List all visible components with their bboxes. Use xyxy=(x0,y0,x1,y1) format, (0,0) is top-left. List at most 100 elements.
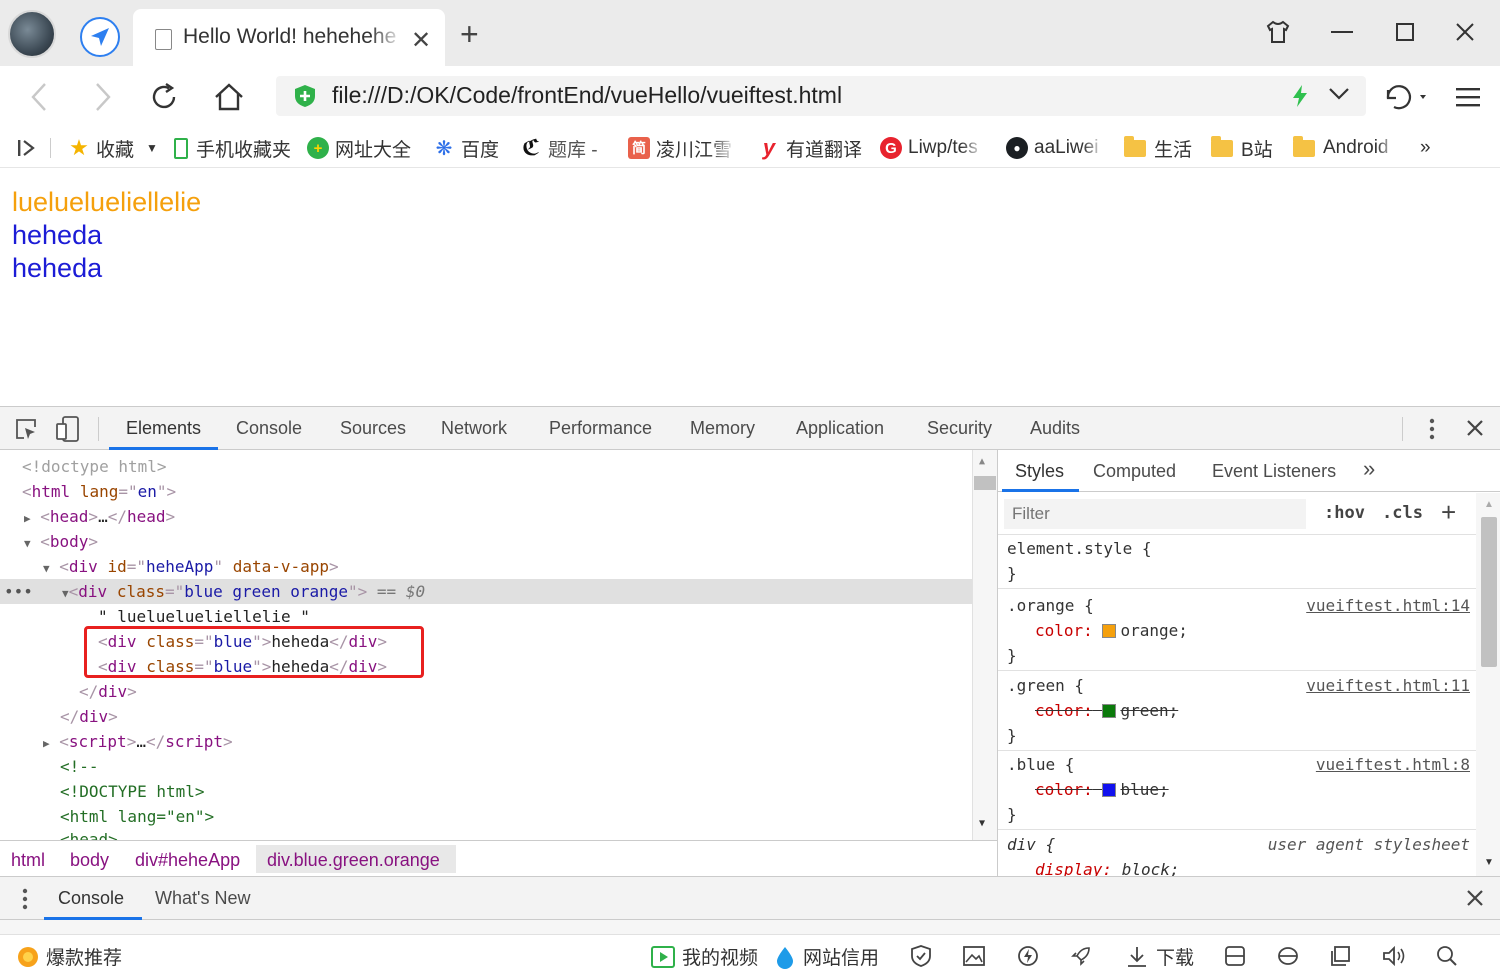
tab-styles[interactable]: Styles xyxy=(1015,461,1064,482)
lightning-icon[interactable] xyxy=(1290,84,1310,113)
bookmark-liwp[interactable]: G Liwp/tes xyxy=(880,134,984,162)
head-node[interactable]: ▶ <head>…</head> xyxy=(24,504,175,529)
elements-scrollbar[interactable]: ▲ ▼ xyxy=(972,450,997,840)
downloads[interactable]: 下载 xyxy=(1126,943,1194,970)
selected-div-node[interactable]: ▼<div class="blue green orange"> == $0 xyxy=(62,579,425,604)
heheapp-div-node[interactable]: ▼ <div id="heheApp" data-v-app> xyxy=(43,554,339,579)
bookmark-folder-life[interactable]: 生活 xyxy=(1124,134,1192,162)
body-node[interactable]: ▼ <body> xyxy=(24,529,98,554)
rule-selector[interactable]: element.style { xyxy=(1007,536,1152,561)
home-icon[interactable] xyxy=(212,80,246,114)
html-node[interactable]: <html lang="en"> xyxy=(22,479,176,504)
device-toolbar-icon[interactable] xyxy=(55,415,81,448)
bookmark-youdao[interactable]: y 有道翻译 xyxy=(758,134,862,162)
tab-close-icon[interactable]: ✕ xyxy=(411,26,431,55)
new-tab-icon[interactable]: + xyxy=(460,18,479,50)
close-div-node[interactable]: </div> xyxy=(79,679,137,704)
inspect-element-icon[interactable] xyxy=(14,417,38,446)
window-icon[interactable] xyxy=(1328,943,1354,969)
browser-tab[interactable]: Hello World! hehehehe ✕ xyxy=(133,9,445,66)
user-avatar[interactable] xyxy=(8,10,56,58)
tab-console[interactable]: Console xyxy=(236,418,302,439)
tab-elements[interactable]: Elements xyxy=(126,418,201,439)
rule-source-link[interactable]: vueiftest.html:8 xyxy=(1316,752,1470,777)
breadcrumb-html[interactable]: html xyxy=(11,850,45,871)
minimize-icon[interactable] xyxy=(1326,16,1358,48)
bookmark-sites[interactable]: + 网址大全 xyxy=(307,134,411,162)
more-tabs-icon[interactable]: » xyxy=(1363,456,1375,482)
close-div-node[interactable]: </div> xyxy=(60,704,118,729)
bookmark-folder-android[interactable]: Android xyxy=(1293,134,1399,162)
bookmark-favorites[interactable]: ★ 收藏 ▼ xyxy=(68,134,158,162)
skin-icon[interactable] xyxy=(1262,16,1294,48)
drawer-tab-console[interactable]: Console xyxy=(58,888,124,909)
tab-application[interactable]: Application xyxy=(796,418,884,439)
close-devtools-icon[interactable] xyxy=(1466,419,1484,442)
back-icon[interactable] xyxy=(22,80,56,114)
shield-icon[interactable] xyxy=(908,943,934,969)
search-icon[interactable] xyxy=(1434,943,1460,969)
tab-network[interactable]: Network xyxy=(441,418,507,439)
rocket-icon[interactable] xyxy=(1068,943,1094,969)
styles-scrollbar[interactable]: ▲ ▼ xyxy=(1476,493,1500,876)
drawer-menu-icon[interactable] xyxy=(18,887,32,916)
doctype-node[interactable]: <!doctype html> xyxy=(22,454,167,479)
rule-selector[interactable]: .green { xyxy=(1007,673,1084,698)
forward-icon[interactable] xyxy=(86,80,120,114)
bookmark-github[interactable]: ● aaLiwei xyxy=(1006,134,1104,162)
rule-selector[interactable]: .blue { xyxy=(1007,752,1074,777)
rule-source-link[interactable]: vueiftest.html:14 xyxy=(1306,593,1470,618)
rule-selector[interactable]: div { xyxy=(1007,832,1055,857)
more-actions-icon[interactable]: ••• xyxy=(4,579,33,604)
comment-node[interactable]: <!-- xyxy=(60,754,99,779)
breadcrumb-div-heheapp[interactable]: div#heheApp xyxy=(135,850,240,871)
address-bar[interactable]: file:///D:/OK/Code/frontEnd/vueHello/vue… xyxy=(276,76,1366,116)
bookmark-jianshu[interactable]: 简 凌川江雪 xyxy=(628,134,736,162)
site-credit[interactable]: 网站信用 xyxy=(775,943,879,970)
navigation-extension-icon[interactable] xyxy=(80,17,120,57)
tab-memory[interactable]: Memory xyxy=(690,418,755,439)
hov-button[interactable]: :hov xyxy=(1324,503,1365,523)
rule-declaration-overridden[interactable]: color: green; xyxy=(1035,698,1178,723)
my-videos[interactable]: 我的视频 xyxy=(650,943,758,970)
color-swatch[interactable] xyxy=(1102,783,1117,797)
close-window-icon[interactable] xyxy=(1449,16,1481,48)
bookmark-folder-bilibili[interactable]: B站 xyxy=(1211,134,1273,162)
tab-performance[interactable]: Performance xyxy=(549,418,652,439)
script-node[interactable]: ▶ <script>…</script> xyxy=(43,729,233,754)
undo-dropdown-icon[interactable] xyxy=(1380,80,1430,114)
chevron-down-icon[interactable]: ▼ xyxy=(146,141,158,155)
rule-declaration[interactable]: color: orange; xyxy=(1035,618,1188,643)
kebab-menu-icon[interactable] xyxy=(1424,417,1440,446)
volume-icon[interactable] xyxy=(1381,943,1407,969)
bookmark-baidu[interactable]: ❋ 百度 xyxy=(433,134,499,162)
styles-filter-input[interactable] xyxy=(1004,499,1306,529)
split-icon[interactable] xyxy=(1222,943,1248,969)
new-rule-icon[interactable]: + xyxy=(1441,497,1456,528)
bookmarks-more-icon[interactable]: » xyxy=(1420,134,1431,162)
tab-computed[interactable]: Computed xyxy=(1093,461,1176,482)
tab-audits[interactable]: Audits xyxy=(1030,418,1080,439)
hot-recommend[interactable]: 爆款推荐 xyxy=(16,943,122,970)
cls-button[interactable]: .cls xyxy=(1382,503,1423,523)
sidebar-toggle-icon[interactable] xyxy=(16,134,38,162)
tab-security[interactable]: Security xyxy=(927,418,992,439)
rule-source-link[interactable]: vueiftest.html:11 xyxy=(1306,673,1470,698)
breadcrumb-body[interactable]: body xyxy=(70,850,109,871)
ie-mode-icon[interactable] xyxy=(1275,943,1301,969)
maximize-icon[interactable] xyxy=(1389,16,1421,48)
color-swatch[interactable] xyxy=(1102,624,1117,638)
speed-icon[interactable] xyxy=(1015,943,1041,969)
drawer-tab-whats-new[interactable]: What's New xyxy=(155,888,250,909)
bookmark-mobile[interactable]: 手机收藏夹 xyxy=(174,134,291,162)
rule-selector[interactable]: .orange { xyxy=(1007,593,1094,618)
image-icon[interactable] xyxy=(961,943,987,969)
bookmark-tiku[interactable]: ℭ 题库 - xyxy=(520,134,598,162)
reload-icon[interactable] xyxy=(147,80,181,114)
breadcrumb-div-selected[interactable]: div.blue.green.orange xyxy=(267,850,440,871)
rule-declaration-overridden[interactable]: color: blue; xyxy=(1035,777,1169,802)
tab-sources[interactable]: Sources xyxy=(340,418,406,439)
close-drawer-icon[interactable] xyxy=(1466,889,1484,912)
tab-event-listeners[interactable]: Event Listeners xyxy=(1212,461,1336,482)
menu-icon[interactable] xyxy=(1452,80,1486,114)
